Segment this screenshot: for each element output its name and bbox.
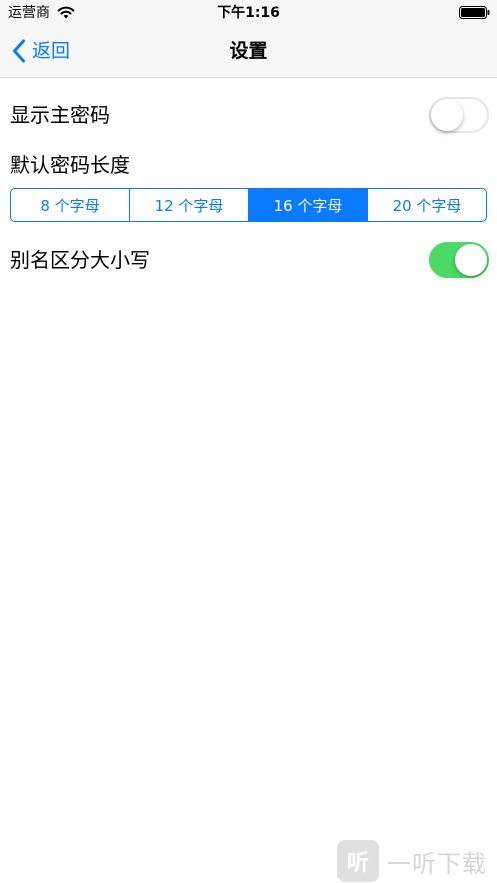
navigation-bar: 返回 设置	[0, 26, 497, 78]
show-master-password-toggle[interactable]	[429, 97, 489, 133]
segment-12-letters[interactable]: 12 个字母	[129, 189, 248, 221]
battery-icon	[459, 6, 490, 19]
show-master-password-label: 显示主密码	[10, 103, 110, 127]
password-length-segmented-control: 8 个字母 12 个字母 16 个字母 20 个字母	[10, 188, 487, 222]
toggle-knob	[455, 244, 487, 276]
segment-16-letters[interactable]: 16 个字母	[248, 189, 367, 221]
watermark-logo: 听	[337, 840, 379, 882]
page-title: 设置	[229, 40, 268, 62]
toggle-knob	[431, 99, 463, 131]
default-length-label: 默认密码长度	[10, 153, 130, 177]
segment-8-letters[interactable]: 8 个字母	[11, 189, 129, 221]
watermark: 听 一听下载	[337, 839, 487, 883]
alias-case-sensitive-toggle[interactable]	[429, 242, 489, 278]
alias-case-sensitive-label: 别名区分大小写	[10, 248, 150, 272]
segment-20-letters[interactable]: 20 个字母	[367, 189, 486, 221]
status-bar: 运营商 下午1:16	[0, 0, 497, 26]
watermark-text: 一听下载	[387, 849, 487, 878]
status-time: 下午1:16	[217, 5, 280, 21]
